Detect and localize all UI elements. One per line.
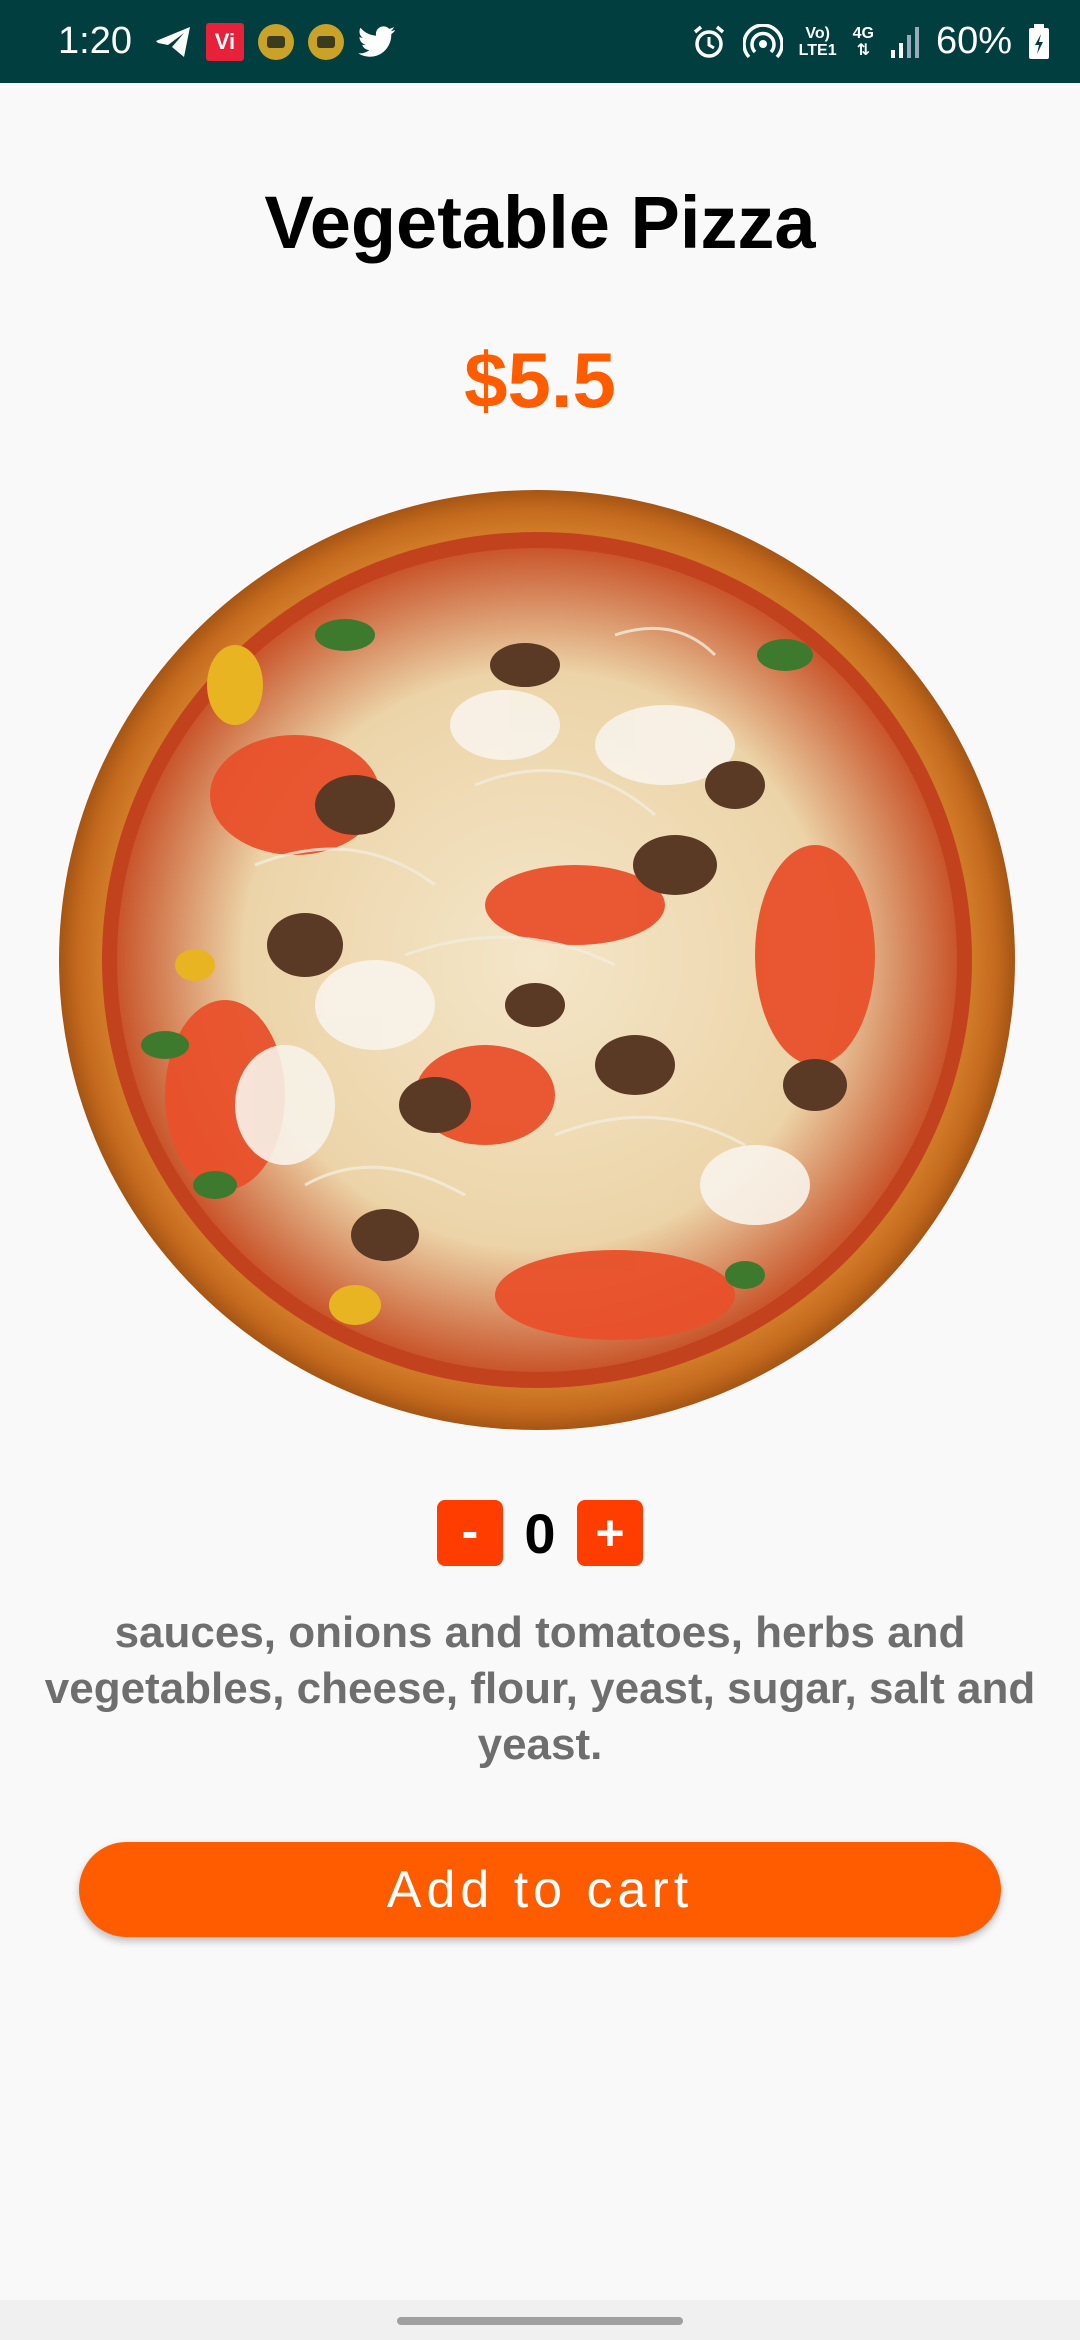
product-price: $5.5 [464,336,616,424]
volte-indicator: Vo) LTE1 [799,25,837,59]
gesture-handle[interactable] [397,2317,683,2325]
product-title: Vegetable Pizza [264,181,816,264]
status-time: 1:20 [58,20,132,62]
battery-icon [1028,23,1050,60]
quantity-stepper: - 0 + [0,1500,1080,1566]
hotspot-icon [742,23,783,60]
quantity-value: 0 [524,1501,556,1565]
volte-top: Vo) [805,24,830,42]
vi-badge-text: Vi [214,28,236,54]
telegram-icon [154,25,192,59]
twitter-icon [358,25,396,58]
battery-percent: 60% [935,20,1012,62]
product-description: sauces, onions and tomatoes, herbs and v… [44,1608,1036,1769]
notification-icon [307,23,344,60]
add-to-cart-button[interactable]: Add to cart [79,1842,1001,1937]
network-type-label: 4G [852,24,874,42]
decrease-quantity-button[interactable]: - [437,1500,503,1566]
signal-icon [890,26,920,58]
data-arrows-icon: ⇅ [856,41,870,59]
increase-quantity-button[interactable]: + [577,1500,643,1566]
alarm-icon [691,24,727,60]
network-type: 4G ⇅ [853,25,874,59]
vi-app-icon: Vi [205,22,244,61]
notification-icon [257,23,294,60]
status-bar: 1:20 Vi Vo) LTE1 4G ⇅ 60% [0,0,1080,83]
pizza-image [55,485,1020,1435]
volte-bottom: LTE1 [798,41,837,59]
